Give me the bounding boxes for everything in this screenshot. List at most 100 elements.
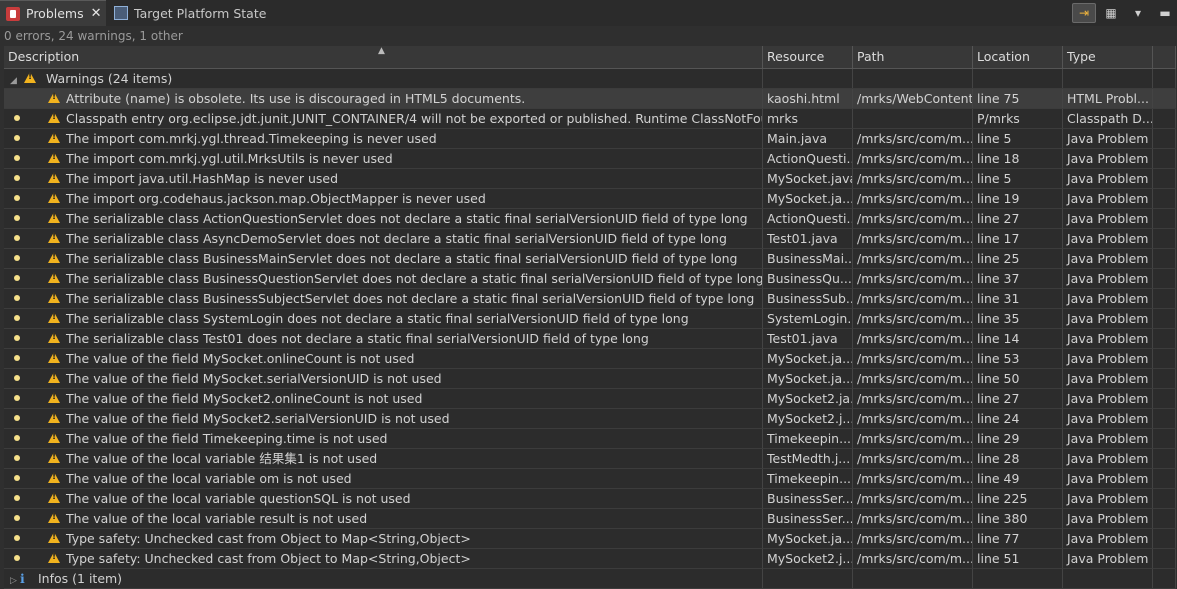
location-cell: line 18 <box>973 149 1063 168</box>
description-text: Classpath entry org.eclipse.jdt.junit.JU… <box>66 111 763 126</box>
view-menu-icon[interactable]: ▾ <box>1126 3 1150 23</box>
table-row[interactable]: The serializable class Test01 does not d… <box>4 329 1176 349</box>
table-row[interactable]: The value of the field MySocket.serialVe… <box>4 369 1176 389</box>
resource-cell: BusinessQu... <box>763 269 853 288</box>
location-cell: line 51 <box>973 549 1063 568</box>
table-row[interactable]: The value of the field MySocket2.onlineC… <box>4 389 1176 409</box>
tab-problems[interactable]: Problems ✕ <box>0 0 106 26</box>
empty-cell <box>973 569 1063 588</box>
location-cell: line 27 <box>973 209 1063 228</box>
location-cell-text: line 77 <box>977 531 1020 546</box>
table-row[interactable]: The import org.codehaus.jackson.map.Obje… <box>4 189 1176 209</box>
description-wrap: The value of the local variable result i… <box>8 511 367 526</box>
type-cell-text: Java Problem <box>1067 431 1149 446</box>
table-row[interactable]: The serializable class ActionQuestionSer… <box>4 209 1176 229</box>
group-row-warnings[interactable]: ◢ Warnings (24 items) <box>4 69 1176 89</box>
table-row[interactable]: The serializable class BusinessQuestionS… <box>4 269 1176 289</box>
table-row[interactable]: Attribute (name) is obsolete. Its use is… <box>4 89 1176 109</box>
type-cell-text: Java Problem <box>1067 191 1149 206</box>
filler-cell <box>1153 129 1176 148</box>
table-row[interactable]: The value of the local variable question… <box>4 489 1176 509</box>
description-text: The value of the field MySocket.serialVe… <box>66 371 442 386</box>
column-header-type[interactable]: Type <box>1063 46 1153 68</box>
description-cell: The import org.codehaus.jackson.map.Obje… <box>4 189 763 208</box>
expand-toggle-icon[interactable]: ◢ <box>10 71 20 88</box>
table-row[interactable]: The serializable class BusinessMainServl… <box>4 249 1176 269</box>
table-row[interactable]: The value of the field MySocket.onlineCo… <box>4 349 1176 369</box>
type-cell: Java Problem <box>1063 249 1153 268</box>
table-row[interactable]: The value of the local variable 结果集1 is … <box>4 449 1176 469</box>
resource-cell: ActionQuesti... <box>763 149 853 168</box>
close-icon[interactable]: ✕ <box>91 6 102 21</box>
warning-quickfix-icon <box>48 172 60 184</box>
resource-cell-text: kaoshi.html <box>767 91 840 106</box>
table-row[interactable]: The serializable class BusinessSubjectSe… <box>4 289 1176 309</box>
resource-cell-text: Timekeepin... <box>767 431 852 446</box>
table-row[interactable]: The import java.util.HashMap is never us… <box>4 169 1176 189</box>
warning-quickfix-icon <box>48 152 60 164</box>
type-cell: Java Problem <box>1063 209 1153 228</box>
description-text: The import com.mrkj.ygl.thread.Timekeepi… <box>66 131 437 146</box>
column-header-location[interactable]: Location <box>973 46 1063 68</box>
table-row[interactable]: The value of the local variable result i… <box>4 509 1176 529</box>
table-row[interactable]: The import com.mrkj.ygl.thread.Timekeepi… <box>4 129 1176 149</box>
description-text: The value of the field Timekeeping.time … <box>66 431 388 446</box>
expand-toggle-icon[interactable]: ▷ <box>10 571 20 588</box>
focus-arrow-icon[interactable]: ⇥ <box>1072 3 1096 23</box>
table-row[interactable]: The serializable class SystemLogin does … <box>4 309 1176 329</box>
empty-cell <box>1153 569 1176 588</box>
description-cell: The value of the field MySocket2.onlineC… <box>4 389 763 408</box>
table-row[interactable]: The value of the field Timekeeping.time … <box>4 429 1176 449</box>
tab-target-platform-state[interactable]: Target Platform State <box>108 0 268 26</box>
warning-quickfix-icon <box>48 352 60 364</box>
table-row[interactable]: The value of the local variable om is no… <box>4 469 1176 489</box>
location-cell-text: line 50 <box>977 371 1020 386</box>
table-row[interactable]: Classpath entry org.eclipse.jdt.junit.JU… <box>4 109 1176 129</box>
lightbulb-icon <box>14 355 20 361</box>
description-cell: The serializable class BusinessQuestionS… <box>4 269 763 288</box>
type-cell: Java Problem <box>1063 369 1153 388</box>
table-row[interactable]: Type safety: Unchecked cast from Object … <box>4 529 1176 549</box>
table-row[interactable]: Type safety: Unchecked cast from Object … <box>4 549 1176 569</box>
description-cell: The value of the field Timekeeping.time … <box>4 429 763 448</box>
type-cell-text: Java Problem <box>1067 451 1149 466</box>
table-row[interactable]: The serializable class AsyncDemoServlet … <box>4 229 1176 249</box>
description-wrap: The value of the field MySocket2.serialV… <box>8 411 450 426</box>
minimize-icon[interactable]: ▬ <box>1153 3 1177 23</box>
lightbulb-icon <box>14 315 20 321</box>
warning-quickfix-icon <box>48 292 60 304</box>
group-row-infos[interactable]: ▷ i Infos (1 item) <box>4 569 1176 589</box>
resource-cell: MySocket2.j... <box>763 549 853 568</box>
type-cell: Java Problem <box>1063 269 1153 288</box>
resource-cell-text: Test01.java <box>767 231 838 246</box>
warning-icon <box>23 72 36 84</box>
table-row[interactable]: The import com.mrkj.ygl.util.MrksUtils i… <box>4 149 1176 169</box>
resource-cell-text: MySocket.ja... <box>767 531 853 546</box>
lightbulb-icon <box>14 135 20 141</box>
type-cell-text: Java Problem <box>1067 411 1149 426</box>
table-row[interactable]: The value of the field MySocket2.serialV… <box>4 409 1176 429</box>
type-cell: Java Problem <box>1063 289 1153 308</box>
description-wrap: The serializable class BusinessSubjectSe… <box>8 291 754 306</box>
description-text: The value of the field MySocket2.onlineC… <box>66 391 423 406</box>
type-cell: Java Problem <box>1063 169 1153 188</box>
resource-cell: BusinessMai... <box>763 249 853 268</box>
column-header-resource[interactable]: Resource <box>763 46 853 68</box>
lightbulb-icon <box>14 415 20 421</box>
column-header-description[interactable]: Description ▲ <box>4 46 763 68</box>
type-cell-text: Java Problem <box>1067 391 1149 406</box>
type-cell: Java Problem <box>1063 429 1153 448</box>
description-cell: Type safety: Unchecked cast from Object … <box>4 529 763 548</box>
type-cell: Java Problem <box>1063 489 1153 508</box>
type-cell: Java Problem <box>1063 449 1153 468</box>
filter-icon[interactable]: ▦ <box>1099 3 1123 23</box>
column-header-path[interactable]: Path <box>853 46 973 68</box>
description-wrap: Type safety: Unchecked cast from Object … <box>8 531 471 546</box>
filler-cell <box>1153 289 1176 308</box>
warning-quickfix-icon <box>48 132 60 144</box>
filler-cell <box>1153 109 1176 128</box>
path-cell: /mrks/src/com/m... <box>853 449 973 468</box>
lightbulb-icon <box>14 555 20 561</box>
type-cell: Java Problem <box>1063 349 1153 368</box>
filler-cell <box>1153 229 1176 248</box>
